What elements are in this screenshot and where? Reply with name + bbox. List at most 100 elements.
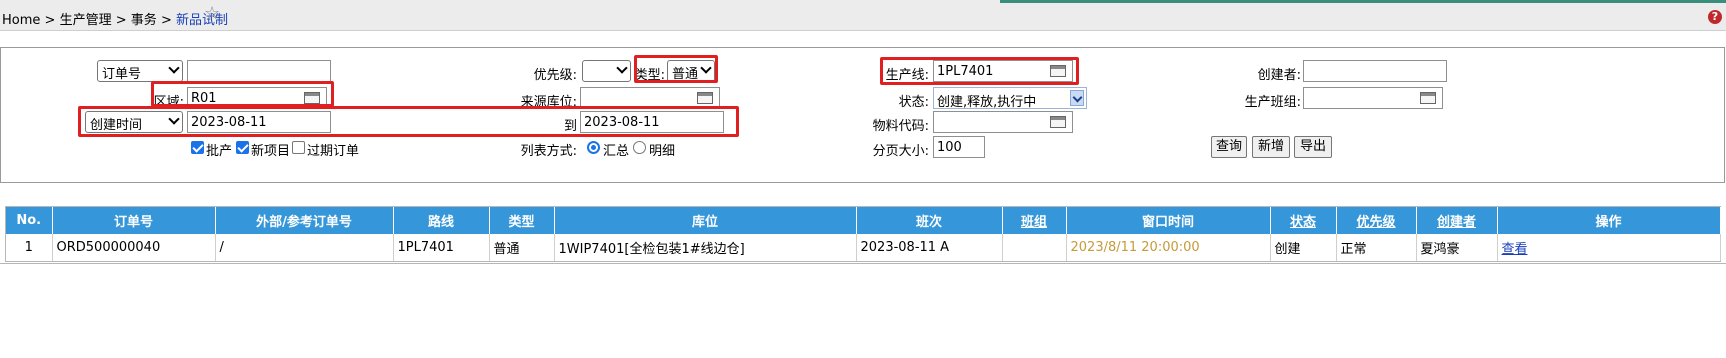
- mass-production-checkbox[interactable]: [191, 141, 204, 154]
- order-field-select[interactable]: 订单号: [97, 60, 183, 82]
- summary-radio[interactable]: [587, 141, 600, 154]
- cell-team: [1002, 234, 1067, 261]
- cell-order-no: ORD500000040: [52, 234, 216, 261]
- cell-shift: 2023-08-11 A: [856, 234, 1003, 261]
- material-code-label: 物料代码:: [872, 119, 929, 134]
- col-header-shift[interactable]: 班次: [856, 207, 1003, 234]
- add-button[interactable]: 新增: [1252, 136, 1290, 158]
- type-select[interactable]: 普通: [667, 60, 715, 82]
- new-project-checkbox[interactable]: [236, 141, 249, 154]
- col-header-type[interactable]: 类型: [489, 207, 555, 234]
- lookup-icon[interactable]: [1420, 92, 1436, 104]
- page-size-input[interactable]: 100: [933, 136, 985, 158]
- cell-route: 1PL7401: [393, 234, 490, 261]
- cell-external-order: /: [215, 234, 394, 261]
- col-header-team[interactable]: 班组: [1002, 207, 1067, 234]
- cell-priority: 正常: [1336, 234, 1417, 261]
- filter-panel: 订单号 优先级: 类型: 普通 生产线: 1PL7401 创建者: 区域: R0…: [0, 47, 1725, 183]
- col-header-actions: 操作: [1497, 207, 1721, 234]
- source-location-label: 来源库位:: [520, 95, 577, 110]
- breadcrumb: Home > 生产管理 > 事务 > 新品试制: [2, 9, 228, 28]
- date-to-input[interactable]: 2023-08-11: [580, 111, 724, 133]
- summary-radio-label: 汇总: [603, 144, 630, 159]
- creator-label: 创建者:: [1257, 68, 1301, 83]
- date-to-label: 到: [563, 119, 577, 134]
- production-line-value: 1PL7401: [937, 64, 994, 79]
- lookup-icon[interactable]: [697, 92, 713, 104]
- chevron-down-icon: [168, 113, 180, 125]
- production-line-input[interactable]: 1PL7401: [933, 60, 1073, 82]
- query-button[interactable]: 查询: [1211, 136, 1247, 158]
- col-header-route[interactable]: 路线: [393, 207, 490, 234]
- date-from-input[interactable]: 2023-08-11: [187, 111, 331, 133]
- col-header-location[interactable]: 库位: [554, 207, 857, 234]
- favorite-star-icon[interactable]: ☆: [204, 5, 220, 23]
- col-header-external-order[interactable]: 外部/参考订单号: [215, 207, 394, 234]
- team-input[interactable]: [1303, 87, 1443, 109]
- team-label: 生产班组:: [1244, 95, 1301, 110]
- cell-actions: 查看: [1497, 234, 1721, 261]
- list-mode-label: 列表方式:: [520, 144, 577, 159]
- col-header-no: No.: [6, 207, 53, 234]
- cell-creator: 夏鸿豪: [1416, 234, 1498, 261]
- export-button[interactable]: 导出: [1294, 136, 1332, 158]
- area-value: R01: [191, 91, 217, 106]
- col-header-priority[interactable]: 优先级: [1336, 207, 1417, 234]
- status-value: 创建,释放,执行中: [937, 95, 1037, 109]
- view-link[interactable]: 查看: [1502, 242, 1528, 257]
- breadcrumb-transactions[interactable]: 事务: [131, 13, 157, 28]
- priority-label: 优先级:: [533, 68, 577, 83]
- cell-type: 普通: [489, 234, 555, 261]
- col-header-window-time[interactable]: 窗口时间: [1066, 207, 1271, 234]
- status-multiselect[interactable]: 创建,释放,执行中: [933, 87, 1087, 109]
- creator-input[interactable]: [1303, 60, 1447, 82]
- order-no-input[interactable]: [187, 60, 331, 82]
- detail-radio[interactable]: [633, 141, 646, 154]
- order-field-select-value: 订单号: [102, 67, 142, 82]
- col-header-status-label: 状态: [1289, 215, 1316, 230]
- type-label: 类型:: [634, 68, 665, 83]
- col-header-team-label: 班组: [1020, 215, 1047, 230]
- table-bottom-border: [0, 263, 1726, 264]
- orders-table: No. 订单号 外部/参考订单号 路线 类型 库位 班次 班组 窗口时间 状态 …: [5, 206, 1721, 262]
- status-label: 状态:: [898, 95, 929, 110]
- page-size-label: 分页大小:: [872, 144, 929, 159]
- breadcrumb-current: 新品试制: [175, 13, 228, 28]
- col-header-order-no[interactable]: 订单号: [52, 207, 216, 234]
- priority-select[interactable]: [582, 60, 631, 82]
- lookup-icon[interactable]: [304, 92, 320, 104]
- dropdown-arrow-icon[interactable]: [1070, 90, 1084, 106]
- lookup-icon[interactable]: [1050, 116, 1066, 128]
- breadcrumb-separator: >: [160, 13, 172, 28]
- overdue-label: 过期订单: [307, 144, 360, 159]
- area-input[interactable]: R01: [187, 87, 327, 109]
- source-location-input[interactable]: [580, 87, 720, 109]
- table-row[interactable]: 1 ORD500000040 / 1PL7401 普通 1WIP7401[全检包…: [6, 234, 1721, 261]
- type-select-value: 普通: [672, 67, 699, 82]
- mass-production-label: 批产: [206, 144, 233, 159]
- top-bar: Home > 生产管理 > 事务 > 新品试制 ☆ ?: [0, 0, 1726, 31]
- new-project-label: 新项目: [251, 144, 291, 159]
- top-accent-line: [1000, 0, 1726, 3]
- date-field-select[interactable]: 创建时间: [85, 111, 183, 133]
- col-header-creator-label: 创建者: [1436, 215, 1476, 230]
- overdue-checkbox[interactable]: [292, 141, 305, 154]
- lookup-icon[interactable]: [1050, 65, 1066, 77]
- cell-window-time: 2023/8/11 20:00:00: [1066, 234, 1271, 261]
- date-field-select-value: 创建时间: [90, 118, 143, 133]
- cell-no: 1: [6, 234, 53, 261]
- breadcrumb-production[interactable]: 生产管理: [60, 13, 112, 28]
- area-label: 区域:: [153, 95, 184, 110]
- breadcrumb-home[interactable]: Home: [2, 13, 40, 28]
- col-header-priority-label: 优先级: [1356, 215, 1396, 230]
- col-header-creator[interactable]: 创建者: [1416, 207, 1498, 234]
- material-code-input[interactable]: [933, 111, 1073, 133]
- table-header-row: No. 订单号 外部/参考订单号 路线 类型 库位 班次 班组 窗口时间 状态 …: [6, 207, 1721, 234]
- production-line-label: 生产线:: [885, 68, 929, 83]
- chevron-down-icon: [168, 62, 180, 74]
- help-icon[interactable]: ?: [1708, 10, 1722, 24]
- breadcrumb-separator: >: [115, 13, 127, 28]
- col-header-status[interactable]: 状态: [1270, 207, 1337, 234]
- cell-status: 创建: [1270, 234, 1337, 261]
- cell-location: 1WIP7401[全检包装1#线边仓]: [554, 234, 857, 261]
